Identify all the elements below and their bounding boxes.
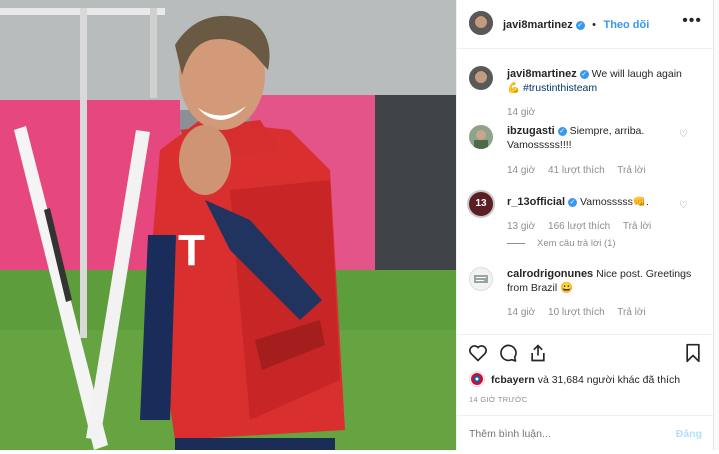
caption-username[interactable]: javi8martinez	[507, 68, 577, 80]
reply-button[interactable]: Trả lời	[623, 221, 651, 232]
caption-text: javi8martinez ✓ We will laugh again 💪 #tr…	[507, 67, 692, 95]
comment-time[interactable]: 14 giờ	[507, 307, 535, 318]
comment-likes[interactable]: 41 lượt thích	[548, 165, 605, 176]
comment-likes[interactable]: 10 lượt thích	[548, 307, 605, 318]
commenter-avatar-icon	[474, 275, 488, 283]
caption-meta: 14 giờ	[507, 107, 545, 118]
add-comment-bar: Đăng	[457, 415, 714, 454]
like-comment-icon[interactable]: ♡	[679, 272, 688, 283]
author-username[interactable]: javi8martinez	[503, 19, 573, 31]
post-actions: fcbayern và 31,684 người khác đã thích 1…	[457, 334, 714, 453]
comment-text: r_13official ✓ Vamosssss👊.	[507, 195, 692, 209]
comment-likes[interactable]: 166 lượt thích	[548, 221, 610, 232]
comment-avatar[interactable]	[469, 125, 493, 149]
comment-text: ibzugasti ✓ Siempre, arriba. Vamosssss!!!…	[507, 124, 692, 152]
liker-username[interactable]: fcbayern	[491, 374, 535, 386]
verified-icon: ✓	[557, 127, 567, 136]
comment-icon[interactable]	[498, 343, 518, 363]
comment-username[interactable]: ibzugasti	[507, 125, 555, 137]
comment-avatar[interactable]	[469, 267, 493, 291]
author-avatar[interactable]	[469, 11, 493, 35]
comment-meta: 14 giờ 10 lượt thích Trả lời	[507, 307, 656, 318]
comment-username[interactable]: r_13official	[507, 196, 565, 208]
comment-avatar[interactable]: 13	[467, 190, 495, 218]
verified-icon: ✓	[575, 21, 585, 30]
comment-username[interactable]: calrodrigonunes	[507, 268, 593, 280]
author-avatar-icon	[469, 11, 493, 35]
post-sidebar: javi8martinez ✓ • Theo dõi ••• javi8marti…	[456, 0, 714, 450]
jersey-logo: T	[178, 226, 205, 275]
flexed-bicep-emoji: 💪	[507, 82, 521, 94]
post-photo-illustration: T	[0, 0, 456, 450]
comments-list[interactable]: javi8martinez ✓ We will laugh again 💪 #tr…	[457, 49, 714, 334]
post-photo: T	[0, 0, 456, 450]
r13-logo-icon: 13	[475, 198, 487, 209]
like-comment-icon[interactable]: ♡	[679, 200, 688, 211]
comment-time[interactable]: 14 giờ	[507, 165, 535, 176]
caption-avatar-icon	[469, 66, 493, 90]
comment-meta: 13 giờ 166 lượt thích Trả lời	[507, 221, 661, 232]
follow-button[interactable]: Theo dõi	[603, 19, 649, 31]
like-comment-icon[interactable]: ♡	[679, 129, 688, 140]
likes-count-text[interactable]: và 31,684 người khác đã thích	[535, 374, 680, 386]
bookmark-icon[interactable]	[684, 343, 702, 363]
likes-summary: fcbayern và 31,684 người khác đã thích	[491, 374, 680, 386]
fcbayern-logo-icon	[471, 373, 483, 385]
comment-time[interactable]: 13 giờ	[507, 221, 535, 232]
caption-avatar[interactable]	[469, 66, 493, 90]
commenter-avatar-icon	[469, 125, 493, 149]
reply-button[interactable]: Trả lời	[617, 165, 645, 176]
view-replies-button[interactable]: Xem câu trả lời (1)	[507, 238, 616, 249]
reply-button[interactable]: Trả lời	[617, 307, 645, 318]
liker-avatar[interactable]	[469, 371, 485, 387]
verified-icon: ✓	[568, 198, 578, 207]
caption-time[interactable]: 14 giờ	[507, 107, 535, 118]
comment-text: calrodrigonunes Nice post. Greetings fro…	[507, 267, 692, 295]
hashtag-link[interactable]: #trustinthisteam	[523, 82, 597, 94]
post-timestamp[interactable]: 14 GIỜ TRƯỚC	[469, 395, 528, 404]
post-header: javi8martinez ✓ • Theo dõi •••	[457, 0, 714, 49]
verified-icon: ✓	[579, 70, 589, 79]
heart-icon[interactable]	[468, 343, 488, 363]
more-options-icon[interactable]: •••	[682, 12, 702, 30]
comment-meta: 14 giờ 41 lượt thích Trả lời	[507, 165, 656, 176]
page-scroll-edge	[713, 0, 719, 450]
post-comment-button[interactable]: Đăng	[676, 428, 702, 440]
share-icon[interactable]	[528, 343, 548, 363]
add-comment-input[interactable]	[469, 428, 649, 440]
caption-body: We will laugh again	[591, 68, 682, 80]
comment-body: Vamosssss👊.	[580, 196, 649, 208]
separator-dot: •	[592, 19, 597, 31]
